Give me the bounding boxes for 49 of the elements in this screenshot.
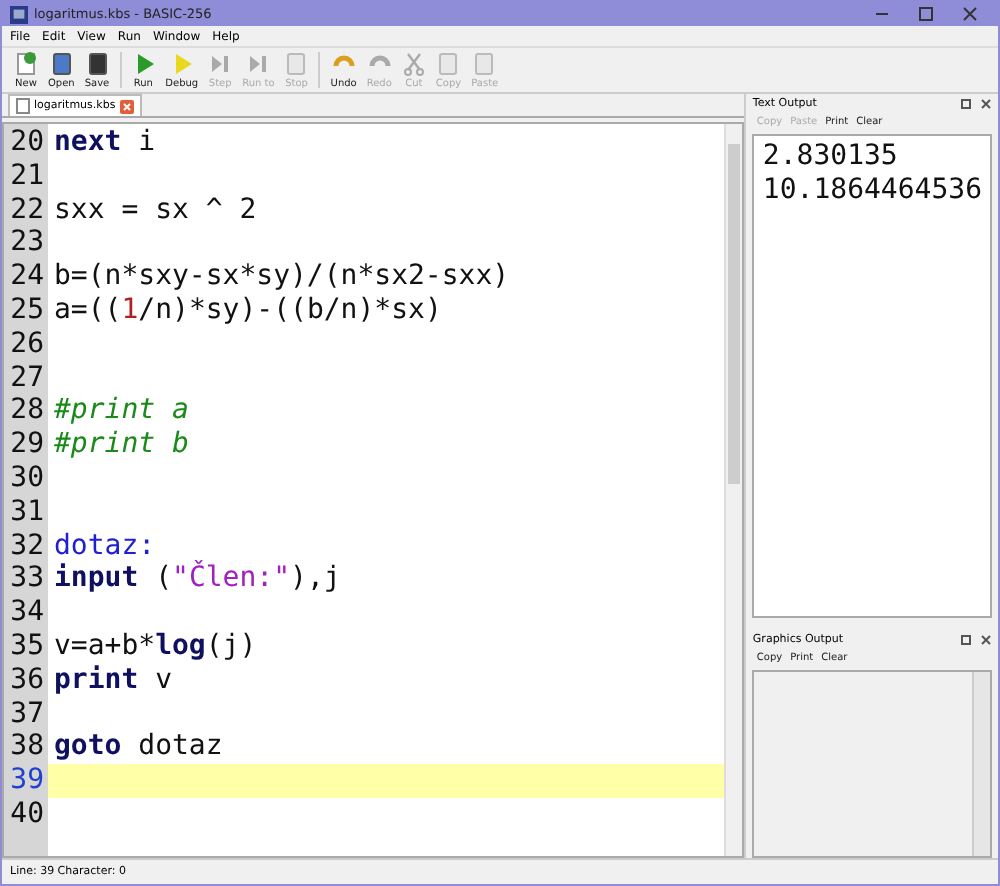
close-icon[interactable] [962, 6, 978, 22]
line-number: 28 [8, 394, 46, 429]
code-line: input ("Člen:"),j [52, 562, 341, 597]
code-editor[interactable] [2, 122, 745, 858]
file-icon [16, 98, 30, 114]
code-line: print v [52, 663, 173, 698]
close-icon[interactable] [980, 98, 992, 110]
code-line: #print a [52, 394, 189, 429]
line-number: 34 [8, 596, 46, 630]
line-number: 20 [8, 126, 46, 160]
line-number: 33 [8, 562, 46, 597]
output-line: 10.1864464536 [762, 174, 982, 208]
code-line: dotaz: [52, 529, 156, 563]
line-number: 32 [8, 529, 46, 563]
maximize-icon[interactable] [918, 6, 934, 22]
cut-icon [401, 51, 426, 75]
code-line: v=a+b*log(j) [52, 629, 257, 664]
line-number: 39 [8, 764, 46, 798]
scrollbar[interactable] [724, 124, 743, 856]
line-number: 21 [8, 159, 46, 194]
line-number: 26 [8, 327, 46, 362]
line-number: 30 [8, 461, 46, 496]
line-number: 29 [8, 428, 46, 462]
code-line: a=((1/n)*sy)-((b/n)*sx) [52, 293, 442, 328]
run-to-icon [246, 51, 271, 75]
line-number: 25 [8, 293, 46, 328]
line-number: 40 [8, 797, 46, 832]
code-line: goto dotaz [52, 730, 223, 765]
line-number: 31 [8, 495, 46, 530]
line-number: 35 [8, 629, 46, 664]
code-line: next i [52, 126, 156, 160]
line-number: 27 [8, 361, 46, 395]
scrollbar[interactable] [972, 672, 990, 856]
code-line: sxx = sx ^ 2 [52, 193, 257, 227]
step-icon [208, 51, 233, 75]
undock-icon[interactable] [960, 634, 972, 646]
line-number: 38 [8, 730, 46, 765]
code-line: #print b [52, 428, 189, 462]
close-icon[interactable] [980, 634, 992, 646]
code-line: b=(n*sxy-sx*sy)/(n*sx2-sxx) [52, 260, 510, 294]
line-number: 23 [8, 226, 46, 261]
undock-icon[interactable] [960, 98, 972, 110]
line-number: 24 [8, 260, 46, 294]
line-number: 22 [8, 193, 46, 227]
line-number: 36 [8, 663, 46, 698]
new-file-icon [14, 51, 38, 75]
line-number: 37 [8, 697, 46, 731]
output-line: 2.830135 [762, 140, 900, 174]
app-icon [10, 5, 28, 23]
